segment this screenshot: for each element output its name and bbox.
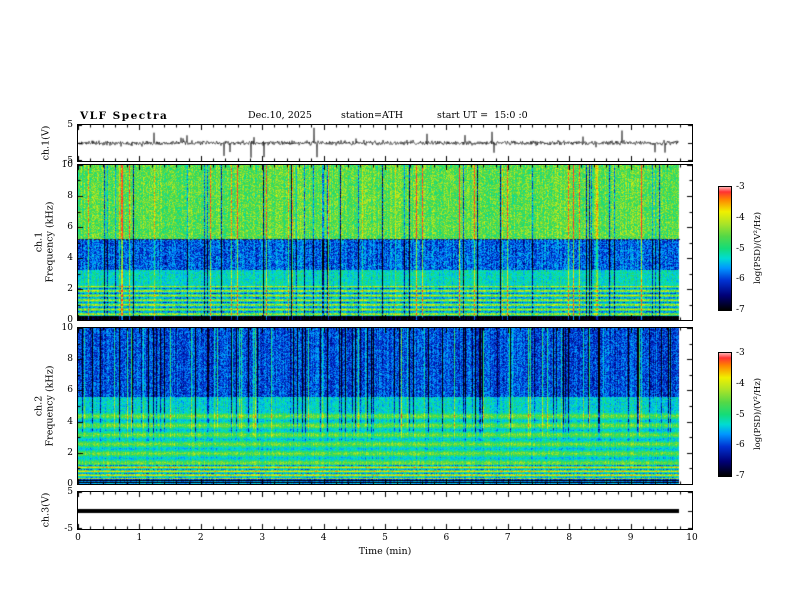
colorbar1-tick-label: -7 — [736, 305, 745, 315]
colorbar1-tick-label: -3 — [736, 182, 745, 192]
station-label: station=ATH — [341, 110, 403, 121]
ch1-freq-tick-label: 10 — [61, 160, 73, 170]
time-tick-label: 8 — [566, 533, 573, 543]
ch2-freq-tick-label: 8 — [67, 354, 73, 365]
ch2-spectrogram-canvas — [78, 328, 692, 484]
time-tick-label: 1 — [136, 533, 143, 543]
ch1-freq-tick-label: 6 — [67, 222, 73, 232]
time-tick-label: 9 — [627, 533, 634, 543]
ch1-spectrogram-canvas — [78, 165, 692, 320]
colorbar1-tick-label: -4 — [736, 212, 745, 223]
ch2-freq-tick-label: 6 — [67, 385, 73, 396]
ch3-waveform-panel — [77, 491, 693, 530]
axis-label-line: Frequency (kHz) — [45, 365, 56, 447]
ch3v-tick-label: 5 — [67, 487, 73, 497]
colorbar-ch2 — [718, 352, 732, 477]
ch1-waveform-canvas — [78, 125, 692, 161]
ch2-freq-tick-label: 2 — [67, 447, 73, 458]
plot-title: VLF Spectra — [80, 110, 169, 122]
plot-date: Dec.10, 2025 — [248, 110, 312, 121]
colorbar2-tick-label: -6 — [736, 440, 745, 451]
start-time-label: start UT = 15:0 :0 — [437, 110, 528, 121]
ch1-frequency-axis-label: ch.1 Frequency (kHz) — [34, 202, 57, 283]
vlf-spectra-figure: VLF Spectra Dec.10, 2025 station=ATH sta… — [0, 0, 792, 612]
axis-label-line: ch.2 — [33, 395, 45, 417]
colorbar2-tick-label: -5 — [736, 409, 745, 420]
colorbar2-tick-label: -4 — [736, 378, 745, 389]
time-tick-label: 10 — [686, 533, 698, 543]
ch2-freq-tick-label: 10 — [61, 323, 73, 333]
colorbar-ch1 — [718, 186, 732, 311]
ch1-waveform-panel — [77, 124, 693, 162]
axis-label-line: Frequency (kHz) — [45, 201, 56, 283]
ch1-freq-tick-label: 8 — [67, 191, 73, 201]
time-tick-label: 4 — [320, 533, 327, 543]
ch1-freq-tick-label: 4 — [67, 253, 73, 263]
ch3v-tick-label: -5 — [64, 524, 73, 534]
colorbar2-tick-label: -3 — [736, 348, 745, 358]
colorbar1-tick-label: -5 — [736, 243, 745, 254]
colorbar-ch1-label: log(PSD)/(V²/Hz) — [753, 211, 763, 285]
ch1-freq-tick-label: 2 — [67, 284, 73, 294]
ch2-frequency-axis-label: ch.2 Frequency (kHz) — [34, 366, 57, 447]
time-tick-label: 5 — [382, 533, 388, 543]
axis-label-line: ch.1 — [33, 231, 45, 253]
ch1v-tick-label: 5 — [67, 120, 73, 130]
time-tick-label: 2 — [197, 533, 204, 543]
colorbar-ch2-label: log(PSD)/(V²/Hz) — [753, 377, 763, 451]
colorbar2-tick-label: -7 — [736, 471, 745, 481]
time-tick-label: 0 — [75, 533, 81, 543]
ch1-voltage-axis-label: ch.1(V) — [40, 125, 52, 161]
time-tick-label: 7 — [504, 533, 511, 543]
ch3-waveform-canvas — [78, 492, 692, 529]
ch2-spectrogram-panel — [77, 327, 693, 485]
time-axis-label: Time (min) — [358, 546, 412, 557]
ch2-freq-tick-label: 4 — [67, 416, 73, 427]
time-tick-label: 6 — [443, 533, 450, 543]
ch1-spectrogram-panel — [77, 164, 693, 321]
colorbar1-tick-label: -6 — [736, 274, 745, 285]
time-tick-label: 3 — [259, 533, 266, 543]
ch3-voltage-axis-label: ch.3(V) — [40, 492, 52, 528]
